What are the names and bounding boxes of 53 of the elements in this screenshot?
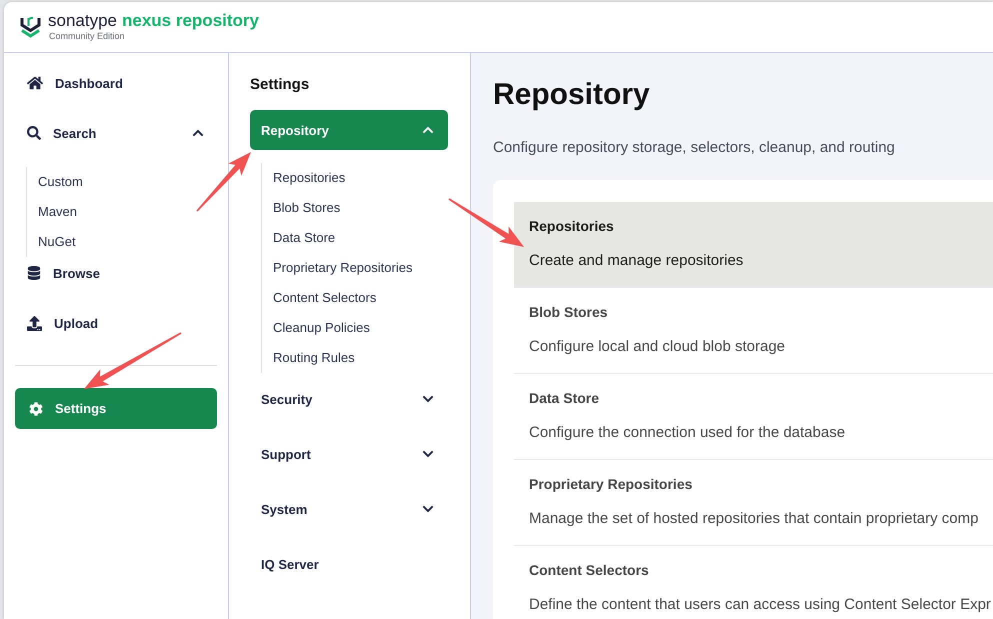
annotation-arrow	[196, 152, 251, 212]
settings-link-row[interactable]: Data Store Configure the connection used for the database	[514, 374, 993, 460]
nav-group-button[interactable]: IQ Server	[261, 554, 319, 574]
database-icon	[27, 266, 41, 280]
upload-icon	[27, 316, 42, 330]
nav-item[interactable]: Search	[27, 123, 204, 143]
sub-nav-link[interactable]: Content Selectors	[273, 288, 376, 308]
nav-item[interactable]: Settings	[15, 388, 217, 429]
row-description: Manage the set of hosted repositories that contain proprietary comp	[529, 510, 978, 528]
chevron-down-icon	[422, 448, 434, 460]
row-description: Create and manage repositories	[529, 252, 744, 270]
sub-nav-link[interactable]: Data Store	[273, 228, 336, 248]
nav-group-button[interactable]: System	[261, 499, 434, 519]
row-description: Configure the connection used for the database	[529, 424, 846, 442]
nav-item[interactable]: Upload	[27, 313, 98, 333]
row-title: Content Selectors	[529, 561, 649, 579]
sub-nav-link[interactable]: NuGet	[38, 232, 76, 252]
nav-item[interactable]: Browse	[27, 263, 100, 283]
chevron-up-icon	[422, 124, 434, 136]
settings-link-row[interactable]: Blob Stores Configure local and cloud blob storage	[514, 288, 993, 374]
brand-name: sonatype	[48, 10, 117, 30]
product-name: nexus repository	[122, 10, 259, 30]
row-description: Configure local and cloud blob storage	[529, 338, 786, 356]
sub-nav-link[interactable]: Cleanup Policies	[273, 318, 370, 338]
chevron-down-icon	[422, 503, 434, 515]
home-icon	[27, 75, 43, 91]
row-title: Repositories	[529, 217, 614, 235]
nav-group-button[interactable]: Repository	[250, 110, 448, 150]
sub-nav-link[interactable]: Repositories	[273, 168, 346, 188]
page-subtitle: Configure repository storage, selectors, cleanup, and routing	[493, 139, 895, 157]
settings-link-row[interactable]: Content Selectors Define the content that users can access using Content Selector Expr	[514, 546, 993, 619]
page-title: Repository	[493, 77, 650, 113]
chevron-down-icon	[422, 393, 434, 405]
row-title: Proprietary Repositories	[529, 475, 692, 493]
search-icon	[27, 126, 41, 140]
settings-link-row[interactable]: Repositories Create and manage repositories	[514, 202, 993, 288]
panel-title: Settings	[250, 76, 310, 94]
chevron-up-icon	[192, 127, 204, 139]
row-description: Define the content that users can access using Content Selector Expr	[529, 596, 991, 614]
sub-nav-link[interactable]: Proprietary Repositories	[273, 258, 412, 278]
row-title: Data Store	[529, 389, 600, 407]
edition-label: Community Edition	[49, 30, 125, 42]
sub-nav-link[interactable]: Routing Rules	[273, 348, 355, 368]
settings-link-row[interactable]: Proprietary Repositories Manage the set of hosted repositories that contain proprietary comp	[514, 460, 993, 546]
nav-item[interactable]: Dashboard	[27, 73, 123, 93]
nav-group-button[interactable]: Security	[261, 389, 434, 409]
sub-nav-link[interactable]: Custom	[38, 172, 83, 192]
settings-icon	[29, 402, 43, 416]
row-title: Blob Stores	[529, 303, 608, 321]
sub-nav-link[interactable]: Maven	[38, 202, 78, 222]
sub-nav-link[interactable]: Blob Stores	[273, 198, 340, 218]
logo-icon	[20, 14, 41, 40]
nav-group-button[interactable]: Support	[261, 444, 434, 464]
